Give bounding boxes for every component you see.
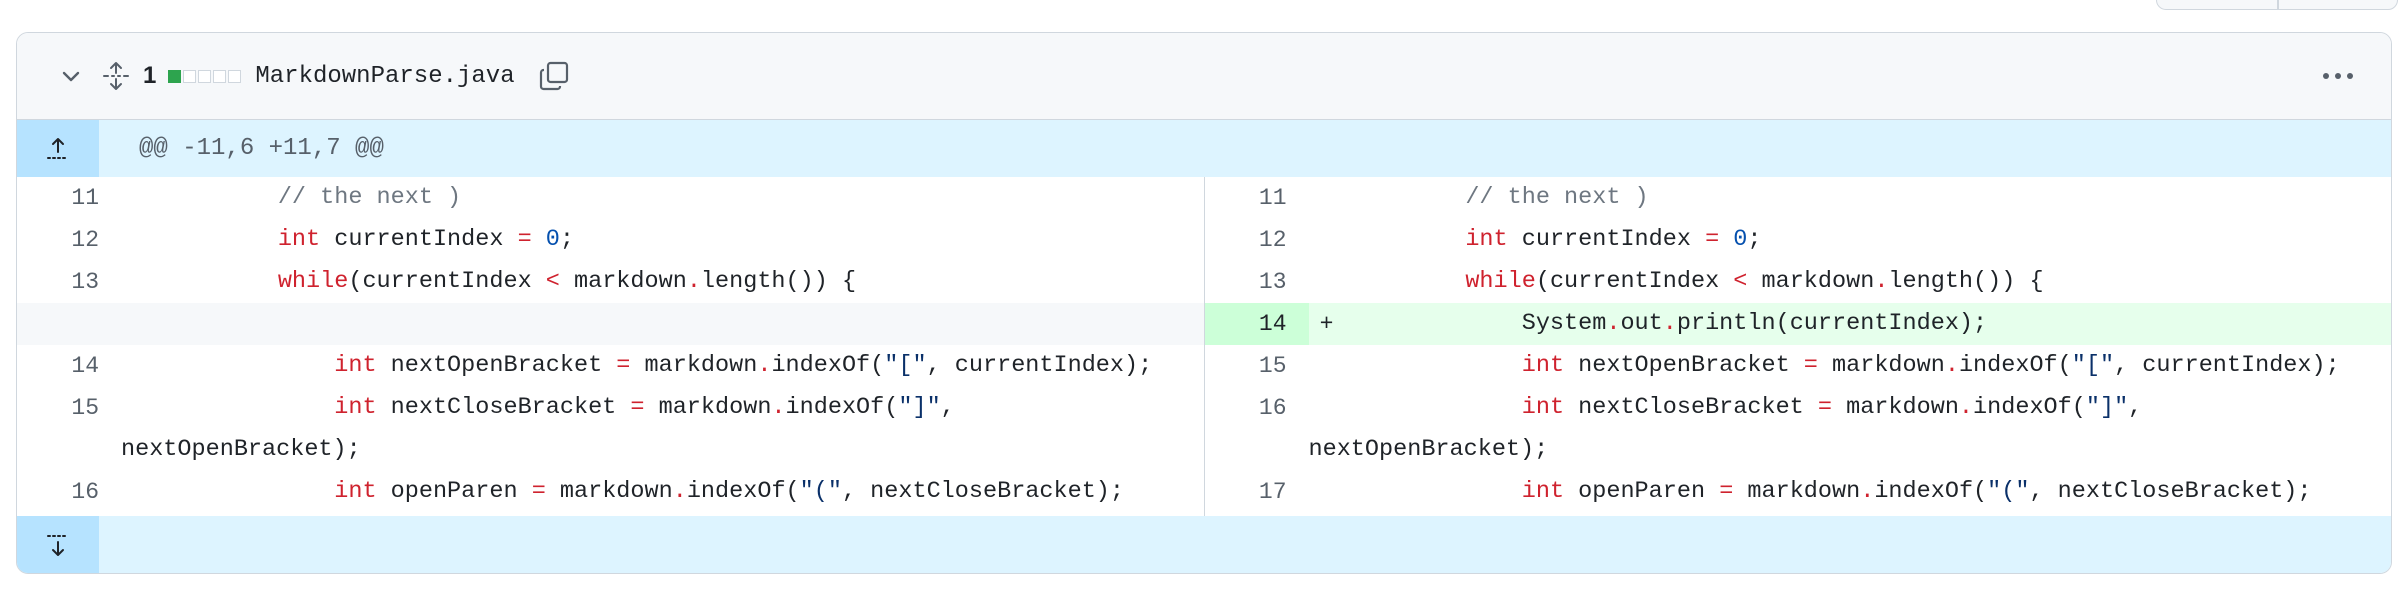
diff-right-pane: 11 // the next ) 12 int currentIndex = 0;…: [1204, 177, 2392, 516]
file-name[interactable]: MarkdownParse.java: [255, 63, 514, 90]
chevron-down-icon[interactable]: [57, 62, 85, 90]
line-number[interactable]: 11: [17, 177, 121, 219]
diff-sign: [121, 261, 157, 303]
code-text: int currentIndex = 0;: [277, 226, 575, 253]
diff-sign: [121, 177, 157, 219]
code-text: System.out.println(currentIndex);: [1352, 310, 1988, 337]
code-text: int nextCloseBracket = markdown.indexOf(…: [121, 394, 955, 463]
hunk-header-row: @@ -11,6 +11,7 @@: [17, 120, 2391, 177]
diff-line: 17 int openParen = markdown.indexOf("(",…: [1205, 471, 2392, 513]
diffstat-block: [213, 69, 227, 83]
diff-sign: [1309, 177, 1345, 219]
diff-line: 15 int nextCloseBracket = markdown.index…: [17, 387, 1204, 471]
code-text: int nextOpenBracket = markdown.indexOf("…: [334, 352, 1153, 379]
code-text: int nextOpenBracket = markdown.indexOf("…: [1521, 352, 2340, 379]
file-header: 1 MarkdownParse.java: [17, 33, 2391, 120]
diff-line: 14 + System.out.println(currentIndex);: [1204, 303, 2391, 345]
line-number[interactable]: [17, 303, 121, 345]
top-toolbar-stub: [2156, 0, 2398, 10]
diff-sign: [1309, 261, 1345, 303]
diff-line: 13 while(currentIndex < markdown.length(…: [1205, 261, 2392, 303]
diff-sign: [121, 471, 157, 513]
expand-up-icon[interactable]: [17, 120, 99, 177]
diff-sign: [1309, 471, 1345, 513]
diff-line: 15 int nextOpenBracket = markdown.indexO…: [1205, 345, 2392, 387]
line-number[interactable]: 14: [1204, 303, 1309, 345]
diffstat-block-added: [168, 69, 182, 83]
code-text: int currentIndex = 0;: [1465, 226, 1762, 253]
line-number[interactable]: 13: [1205, 261, 1309, 303]
diff-line: 11 // the next ): [1205, 177, 2392, 219]
change-count: 1: [143, 62, 157, 89]
line-number[interactable]: 16: [1205, 387, 1309, 471]
line-number[interactable]: 11: [1205, 177, 1309, 219]
code-text: int openParen = markdown.indexOf("(", ne…: [1521, 478, 2312, 505]
code-text: int nextCloseBracket = markdown.indexOf(…: [1308, 394, 2143, 463]
diffstat-block: [183, 69, 197, 83]
code-continuation: nextOpenBracket);: [1308, 436, 1549, 463]
line-number[interactable]: 12: [17, 219, 121, 261]
diff-sign: [1309, 345, 1345, 387]
unfold-icon[interactable]: [101, 61, 131, 91]
line-number[interactable]: 15: [17, 387, 121, 471]
code-text: // the next ): [1352, 184, 1649, 211]
line-number[interactable]: 12: [1205, 219, 1309, 261]
hunk-header: @@ -11,6 +11,7 @@: [139, 135, 384, 162]
code-text: while(currentIndex < markdown.length()) …: [277, 268, 857, 295]
diff-line: [17, 303, 1204, 345]
line-number[interactable]: 16: [17, 471, 121, 513]
diff-line: 16 int openParen = markdown.indexOf("(",…: [17, 471, 1204, 513]
kebab-horizontal-icon[interactable]: [2321, 61, 2355, 91]
line-number[interactable]: 17: [1205, 471, 1309, 513]
code-text: int openParen = markdown.indexOf("(", ne…: [334, 478, 1125, 505]
copy-icon[interactable]: [537, 59, 571, 93]
code-text: // the next ): [165, 184, 462, 211]
diff-sign: [121, 345, 157, 387]
code-text: while(currentIndex < markdown.length()) …: [1465, 268, 2044, 295]
diff-sign: [1309, 219, 1345, 261]
diffstat: [168, 69, 242, 83]
expand-down-icon[interactable]: [17, 516, 99, 573]
diff-sign: [121, 303, 157, 345]
diff-line: 14 int nextOpenBracket = markdown.indexO…: [17, 345, 1204, 387]
diff-line: 13 while(currentIndex < markdown.length(…: [17, 261, 1204, 303]
code-continuation: nextOpenBracket);: [121, 436, 361, 463]
diff-line: 16 int nextCloseBracket = markdown.index…: [1205, 387, 2392, 471]
diff-line: 12 int currentIndex = 0;: [1205, 219, 2392, 261]
diff-left-pane: 11 // the next ) 12 int currentIndex = 0;…: [17, 177, 1205, 516]
hunk-footer-row: [17, 516, 2391, 573]
diff-sign: [121, 219, 157, 261]
diffstat-block: [228, 69, 242, 83]
split-diff-body: 11 // the next ) 12 int currentIndex = 0;…: [17, 177, 2391, 516]
line-number[interactable]: 13: [17, 261, 121, 303]
diffstat-block: [198, 69, 212, 83]
line-number[interactable]: 14: [17, 345, 121, 387]
diff-line: 11 // the next ): [17, 177, 1204, 219]
diff-line: 12 int currentIndex = 0;: [17, 219, 1204, 261]
diff-sign: +: [1319, 311, 1334, 337]
diff-file: 1 MarkdownParse.java @@ -11,6 +11,7 @@ 1…: [16, 32, 2392, 574]
line-number[interactable]: 15: [1205, 345, 1309, 387]
